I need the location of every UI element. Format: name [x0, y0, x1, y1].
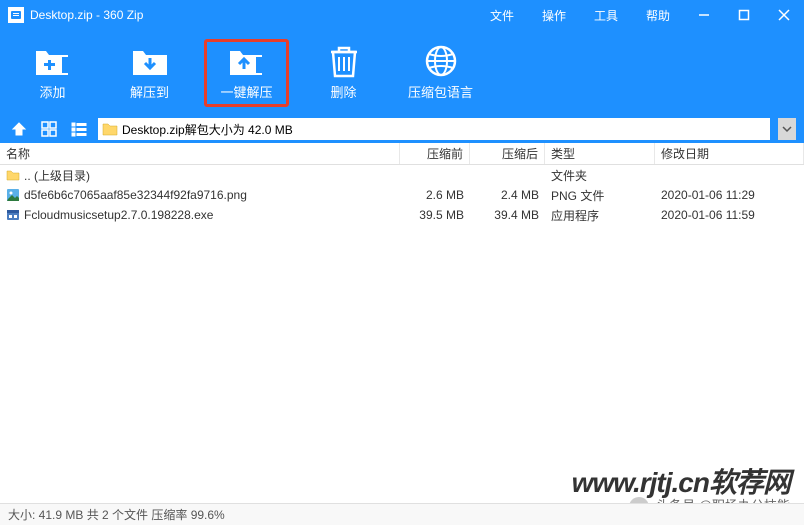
col-header-before[interactable]: 压缩前 [400, 143, 470, 164]
language-button[interactable]: 压缩包语言 [398, 39, 483, 107]
col-header-type[interactable]: 类型 [545, 143, 655, 164]
path-dropdown-button[interactable] [778, 118, 796, 140]
file-name: Fcloudmusicsetup2.7.0.198228.exe [24, 208, 213, 222]
file-list: .. (上级目录) 文件夹 d5fe6b6c7065aaf85e32344f92… [0, 165, 804, 485]
file-before: 39.5 MB [400, 208, 470, 222]
file-after: 39.4 MB [470, 208, 545, 222]
minimize-button[interactable] [684, 0, 724, 30]
window-controls [684, 0, 804, 30]
file-name: d5fe6b6c7065aaf85e32344f92fa9716.png [24, 188, 247, 202]
path-input[interactable]: Desktop.zip解包大小为 42.0 MB [98, 118, 770, 140]
file-date: 2020-01-06 11:59 [655, 208, 804, 222]
file-type: PNG 文件 [545, 187, 655, 204]
status-text: 大小: 41.9 MB 共 2 个文件 压缩率 99.6% [8, 506, 225, 523]
image-icon [6, 188, 20, 202]
exe-icon [6, 208, 20, 222]
one-click-extract-icon [228, 44, 266, 78]
delete-button[interactable]: 删除 [301, 39, 386, 107]
app-icon [8, 7, 24, 23]
delete-icon [325, 44, 363, 78]
language-label: 压缩包语言 [408, 82, 473, 101]
column-headers: 名称 压缩前 压缩后 类型 修改日期 [0, 143, 804, 165]
file-before: 2.6 MB [400, 188, 470, 202]
col-header-name[interactable]: 名称 [0, 143, 400, 164]
globe-icon [422, 44, 460, 78]
path-text: Desktop.zip解包大小为 42.0 MB [122, 121, 293, 138]
file-name: .. (上级目录) [24, 167, 90, 184]
col-header-date[interactable]: 修改日期 [655, 143, 804, 164]
menu-tools[interactable]: 工具 [580, 0, 632, 30]
menu-bar: 文件 操作 工具 帮助 [476, 0, 684, 30]
extract-to-button[interactable]: 解压到 [107, 39, 192, 107]
menu-file[interactable]: 文件 [476, 0, 528, 30]
file-row-parent[interactable]: .. (上级目录) 文件夹 [0, 165, 804, 185]
menu-action[interactable]: 操作 [528, 0, 580, 30]
add-icon [34, 44, 72, 78]
add-label: 添加 [39, 82, 65, 101]
extract-to-icon [131, 44, 169, 78]
view-large-icons-button[interactable] [38, 118, 60, 140]
one-click-extract-button[interactable]: 一键解压 [204, 39, 289, 107]
add-button[interactable]: 添加 [10, 39, 95, 107]
menu-help[interactable]: 帮助 [632, 0, 684, 30]
file-after: 2.4 MB [470, 188, 545, 202]
delete-label: 删除 [330, 82, 356, 101]
folder-icon [6, 168, 20, 182]
navbar: Desktop.zip解包大小为 42.0 MB [0, 115, 804, 143]
one-click-extract-label: 一键解压 [220, 82, 272, 101]
file-row-exe[interactable]: Fcloudmusicsetup2.7.0.198228.exe 39.5 MB… [0, 205, 804, 225]
folder-icon [102, 122, 118, 136]
titlebar: Desktop.zip - 360 Zip 文件 操作 工具 帮助 [0, 0, 804, 30]
file-date: 2020-01-06 11:29 [655, 188, 804, 202]
file-row-png[interactable]: d5fe6b6c7065aaf85e32344f92fa9716.png 2.6… [0, 185, 804, 205]
col-header-after[interactable]: 压缩后 [470, 143, 545, 164]
statusbar: 大小: 41.9 MB 共 2 个文件 压缩率 99.6% [0, 503, 804, 525]
maximize-button[interactable] [724, 0, 764, 30]
view-list-button[interactable] [68, 118, 90, 140]
window-title: Desktop.zip - 360 Zip [30, 8, 476, 22]
up-button[interactable] [8, 118, 30, 140]
file-type: 应用程序 [545, 207, 655, 224]
toolbar: 添加 解压到 一键解压 删除 压缩包语言 [0, 30, 804, 115]
file-type: 文件夹 [545, 167, 655, 184]
extract-to-label: 解压到 [130, 82, 169, 101]
close-button[interactable] [764, 0, 804, 30]
